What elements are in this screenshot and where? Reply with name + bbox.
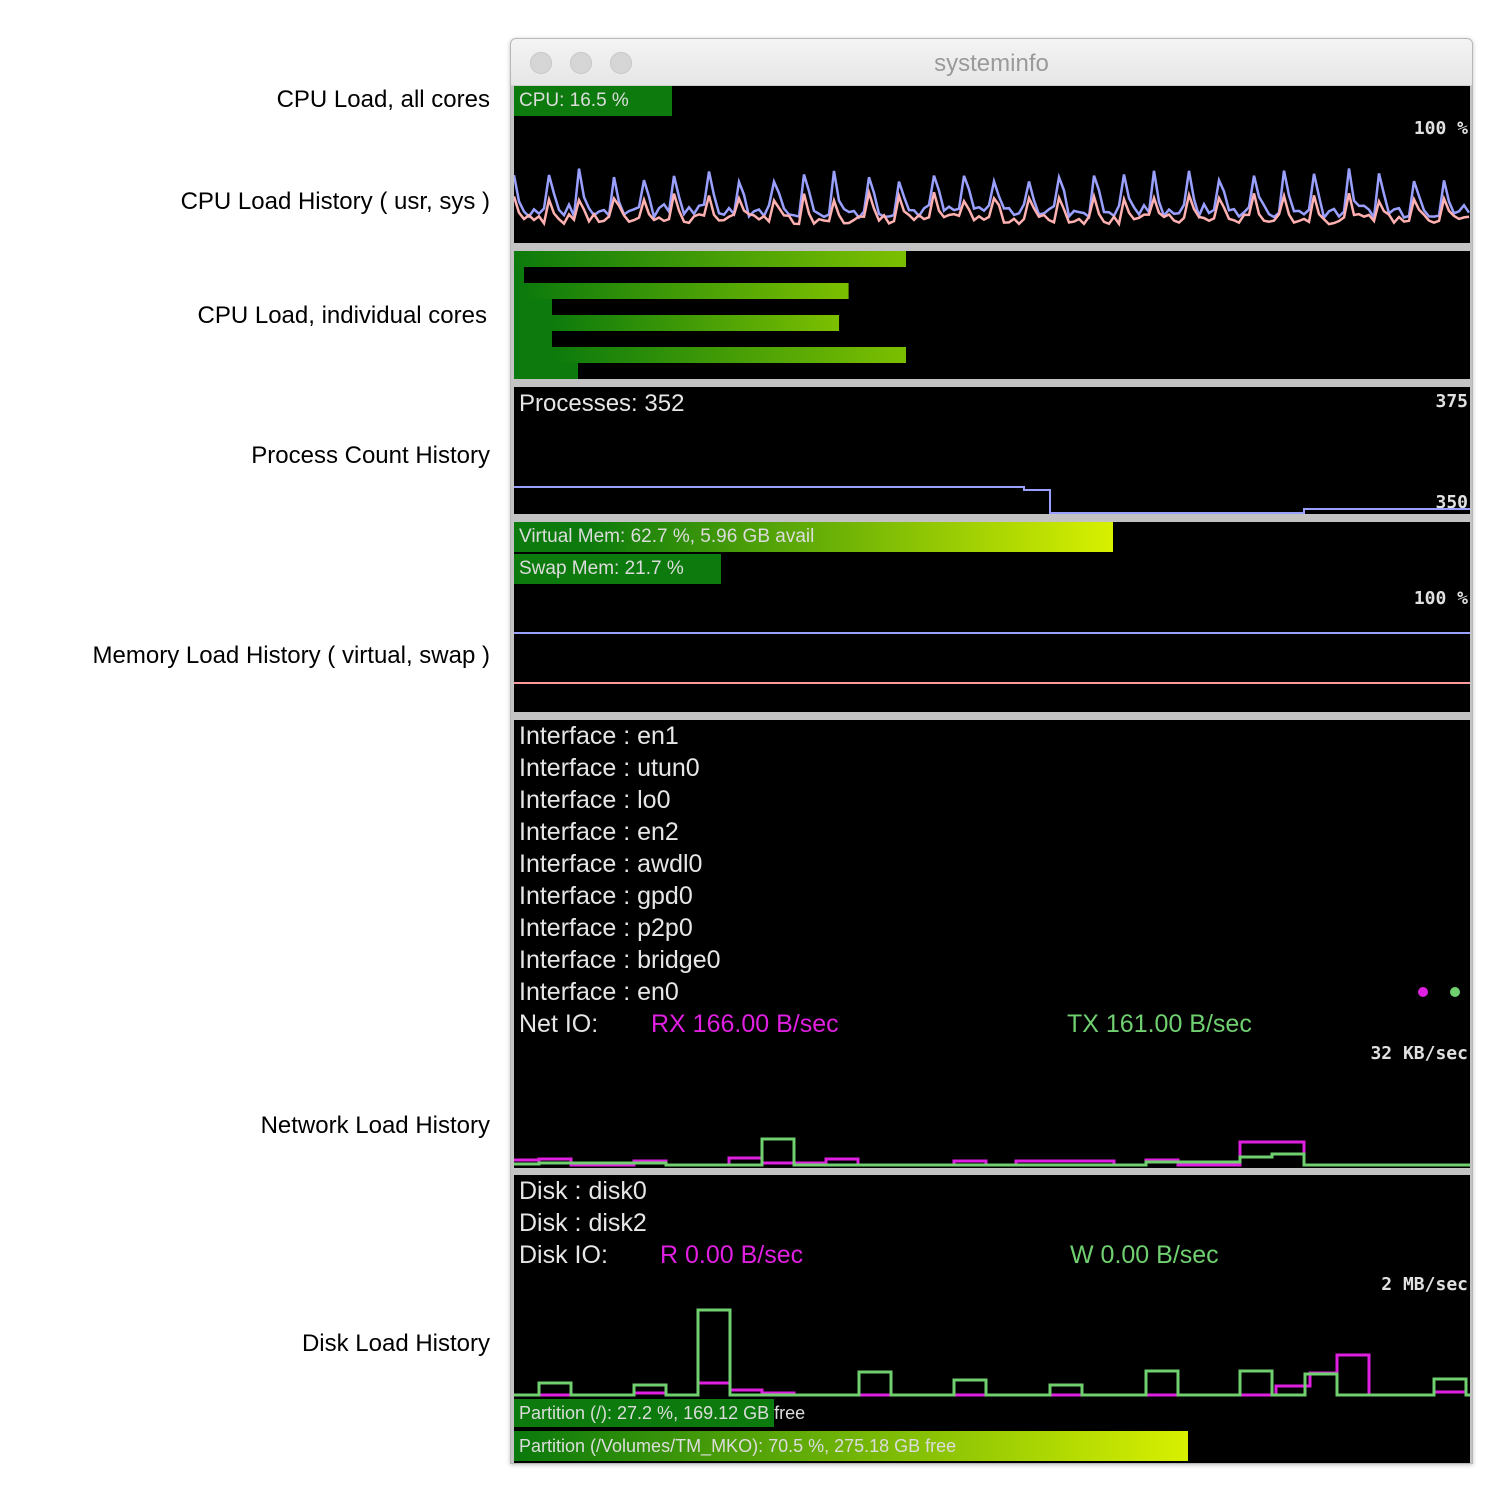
partition-tm-label: Partition (/Volumes/TM_MKO): 70.5 %, 275… xyxy=(519,1436,957,1456)
network-history-graph xyxy=(514,1137,1470,1167)
title-bar[interactable]: systeminfo xyxy=(511,39,1472,86)
cpu-cores-graph xyxy=(514,251,906,379)
cpu-core-gap xyxy=(552,299,578,315)
cpu-cores-panel xyxy=(514,251,1470,379)
annotation-cpu-cores: CPU Load, individual cores xyxy=(197,302,488,329)
cpu-core-bar xyxy=(524,283,849,299)
cpu-core-gap xyxy=(552,331,578,347)
annotation-memory-history: Memory Load History ( virtual, swap ) xyxy=(92,642,490,669)
systeminfo-window: systeminfo CPU: 16.5 % 100 % Processes: … xyxy=(510,38,1473,1464)
disk-write-line xyxy=(514,1308,1470,1397)
cpu-core-gap xyxy=(524,267,578,283)
annotation-network-history: Network Load History xyxy=(260,1112,490,1139)
cpu-core-bar xyxy=(552,315,840,331)
network-panel: Interface : en1 Interface : utun0 Interfac… xyxy=(514,720,1470,1168)
disk-panel: Disk : disk0 Disk : disk2 Disk IO: R 0.0… xyxy=(514,1175,1470,1463)
process-panel: Processes: 352 375 350 xyxy=(514,387,1470,514)
annotation-cpu-history: CPU Load History ( usr, sys ) xyxy=(180,188,490,215)
cpu-panel: CPU: 16.5 % 100 % xyxy=(514,86,1470,243)
annotation-disk-history: Disk Load History xyxy=(301,1330,490,1357)
memory-history-graph xyxy=(514,632,1470,684)
memory-panel: Virtual Mem: 62.7 %, 5.96 GB avail Swap … xyxy=(514,522,1470,712)
process-history-graph xyxy=(514,486,1470,514)
window-title: systeminfo xyxy=(934,50,1049,77)
annotation-cpu-all: CPU Load, all cores xyxy=(276,86,490,113)
annotation-process-history: Process Count History xyxy=(251,442,490,469)
cpu-core-bar xyxy=(552,347,906,363)
process-history-line xyxy=(514,486,1470,514)
partition-root-label: Partition (/): 27.2 %, 169.12 GB free xyxy=(519,1403,806,1423)
cpu-history-graph xyxy=(514,168,1470,227)
cpu-core-bar xyxy=(514,251,906,267)
